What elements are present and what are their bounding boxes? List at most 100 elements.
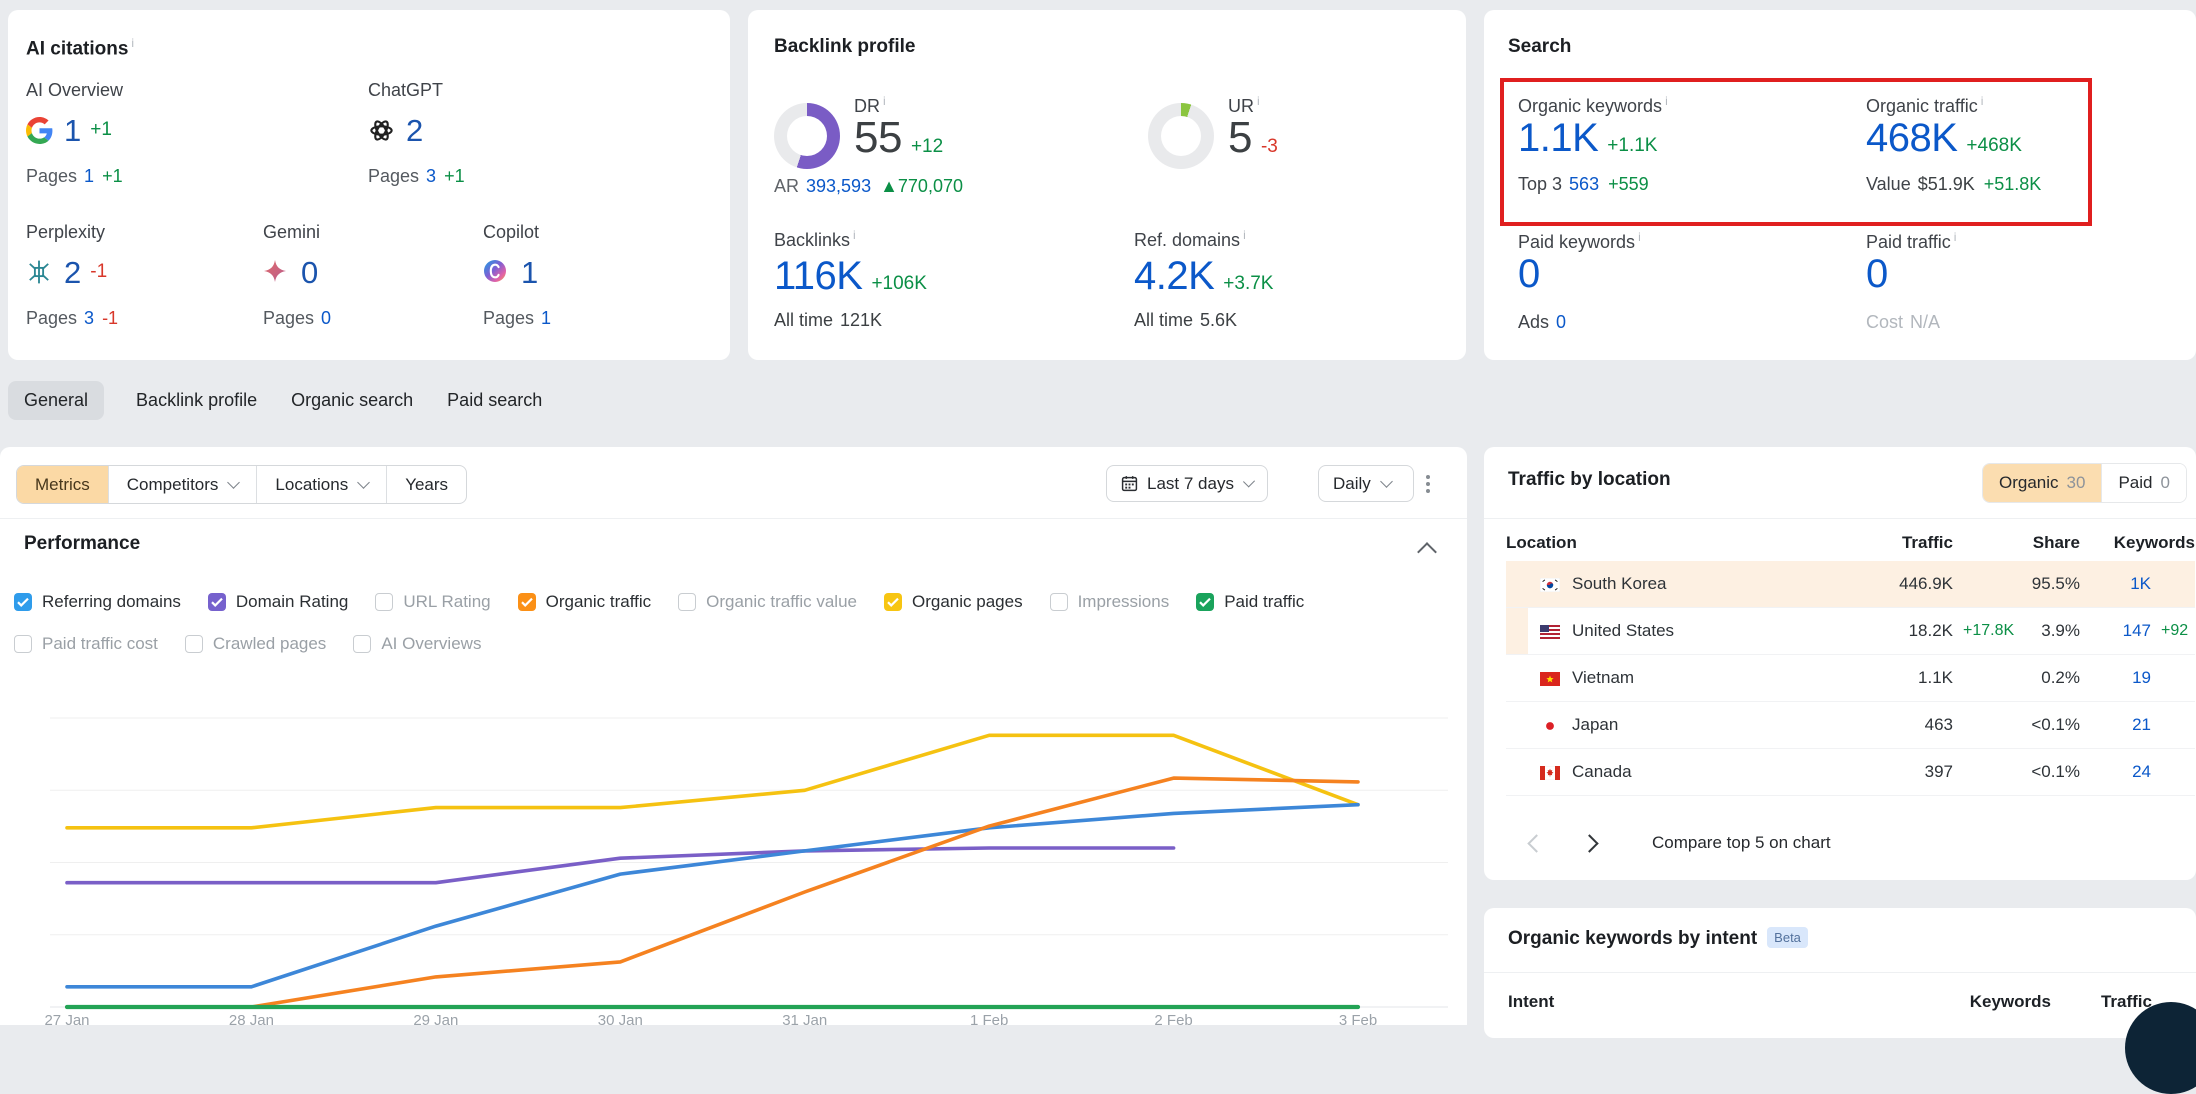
organic-keywords-value[interactable]: 1.1K+1.1K bbox=[1518, 118, 1657, 158]
ar-value-link[interactable]: 393,593 bbox=[806, 176, 871, 196]
keywords-link[interactable]: 21 bbox=[2080, 715, 2151, 735]
checkbox-organic-traffic[interactable]: Organic traffic bbox=[518, 592, 652, 612]
location-row-kr[interactable]: South Korea446.9K95.5%1K bbox=[1506, 561, 2195, 608]
checkbox-organic-traffic-value[interactable]: Organic traffic value bbox=[678, 592, 857, 612]
backlinks-label: Backlinksi bbox=[774, 228, 856, 251]
ai-citation-count[interactable]: 0 bbox=[263, 250, 318, 294]
col-share[interactable]: Share bbox=[2015, 533, 2080, 553]
pages-value[interactable]: 1 bbox=[541, 308, 551, 328]
location-table-header: Location Traffic Share Keywords bbox=[1506, 525, 2195, 561]
ai-citation-count[interactable]: 1 bbox=[483, 250, 538, 294]
x-axis-tick-label: 27 Jan bbox=[35, 1012, 99, 1025]
ai-citation-delta: +1 bbox=[90, 119, 112, 141]
keywords-link[interactable]: 24 bbox=[2080, 762, 2151, 782]
ref-domains-value[interactable]: 4.2K+3.7K bbox=[1134, 256, 1273, 296]
toggle-paid[interactable]: Paid0 bbox=[2101, 464, 2186, 502]
divider bbox=[0, 518, 1467, 519]
info-icon[interactable]: i bbox=[1257, 94, 1260, 108]
traffic-by-location-panel: Traffic by location Organic30 Paid0 Loca… bbox=[1484, 447, 2196, 880]
tab-paid-search[interactable]: Paid search bbox=[445, 381, 544, 420]
tab-backlink-profile[interactable]: Backlink profile bbox=[134, 381, 259, 420]
compare-top5-link[interactable]: Compare top 5 on chart bbox=[1652, 833, 1831, 853]
location-row-us[interactable]: United States18.2K+17.8K3.9%147+92 bbox=[1506, 608, 2195, 655]
keywords-link[interactable]: 19 bbox=[2080, 668, 2151, 688]
info-icon[interactable]: i bbox=[853, 228, 856, 242]
granularity-button[interactable]: Daily bbox=[1318, 465, 1414, 502]
paid-traffic-label: Paid traffici bbox=[1866, 230, 1956, 253]
info-icon[interactable]: i bbox=[1243, 228, 1246, 242]
organic-keywords-label: Organic keywordsi bbox=[1518, 94, 1668, 117]
paid-traffic-value[interactable]: 0 bbox=[1866, 254, 1888, 294]
performance-line-chart[interactable] bbox=[50, 645, 1450, 1025]
backlink-profile-title: Backlink profile bbox=[774, 36, 916, 58]
next-page-icon[interactable] bbox=[1580, 834, 1598, 852]
ai-citation-delta: -1 bbox=[90, 261, 107, 283]
ref-domains-label: Ref. domainsi bbox=[1134, 228, 1246, 251]
col-traffic[interactable]: Traffic bbox=[1833, 533, 1953, 553]
share-value: 3.9% bbox=[2015, 621, 2080, 641]
top3-link[interactable]: 563 bbox=[1569, 174, 1599, 194]
date-range-button[interactable]: Last 7 days bbox=[1106, 465, 1268, 502]
organic-traffic-value[interactable]: 468K+468K bbox=[1866, 118, 2022, 158]
toggle-organic[interactable]: Organic30 bbox=[1983, 464, 2101, 502]
location-cell: Vietnam bbox=[1540, 668, 1833, 688]
ai-citations-card: AI citationsi AI Overview1+1Pages1+1Chat… bbox=[8, 10, 730, 360]
col-intent-traffic[interactable]: Traffic bbox=[2051, 992, 2152, 1012]
info-icon[interactable]: i bbox=[1954, 230, 1957, 244]
chatgpt-icon bbox=[368, 117, 395, 144]
location-row-vn[interactable]: Vietnam1.1K0.2%19 bbox=[1506, 655, 2195, 702]
pages-value[interactable]: 3 bbox=[426, 166, 436, 186]
x-axis-tick-label: 31 Jan bbox=[773, 1012, 837, 1025]
col-intent-keywords[interactable]: Keywords bbox=[1931, 992, 2051, 1012]
info-icon[interactable]: i bbox=[883, 94, 886, 108]
more-options-icon[interactable] bbox=[1424, 473, 1432, 495]
info-icon[interactable]: i bbox=[1665, 94, 1668, 108]
collapse-section-icon[interactable] bbox=[1417, 542, 1437, 562]
filter-competitors-button[interactable]: Competitors bbox=[109, 466, 258, 503]
checkbox-referring-domains[interactable]: Referring domains bbox=[14, 592, 181, 612]
backlinks-value[interactable]: 116K+106K bbox=[774, 256, 927, 296]
ai-engine-name: Copilot bbox=[483, 222, 713, 243]
location-row-jp[interactable]: Japan463<0.1%21 bbox=[1506, 702, 2195, 749]
tab-organic-search[interactable]: Organic search bbox=[289, 381, 415, 420]
ai-citation-count[interactable]: 1+1 bbox=[26, 108, 112, 152]
paid-keywords-value[interactable]: 0 bbox=[1518, 254, 1540, 294]
filter-years-button[interactable]: Years bbox=[387, 466, 466, 503]
pages-value[interactable]: 0 bbox=[321, 308, 331, 328]
keywords-link[interactable]: 1K bbox=[2080, 574, 2151, 594]
ai-pages-row: Pages1 bbox=[483, 308, 551, 329]
unchecked-checkbox-icon bbox=[678, 593, 696, 611]
dr-donut-chart bbox=[774, 103, 840, 169]
checkbox-organic-pages[interactable]: Organic pages bbox=[884, 592, 1023, 612]
traffic-value: 397 bbox=[1833, 762, 1953, 782]
col-intent[interactable]: Intent bbox=[1508, 992, 1931, 1012]
col-location[interactable]: Location bbox=[1506, 533, 1833, 553]
ai-pages-row: Pages1+1 bbox=[26, 166, 123, 187]
ai-engine-name: ChatGPT bbox=[368, 80, 598, 101]
ai-citation-count[interactable]: 2 bbox=[368, 108, 423, 152]
ai-citations-title: AI citationsi bbox=[26, 36, 134, 60]
keywords-link[interactable]: 147 bbox=[2080, 621, 2151, 641]
tab-general[interactable]: General bbox=[8, 381, 104, 420]
checked-checkbox-icon bbox=[14, 593, 32, 611]
location-name: Vietnam bbox=[1572, 668, 1634, 688]
col-keywords[interactable]: Keywords bbox=[2080, 533, 2195, 553]
prev-page-icon[interactable] bbox=[1527, 834, 1545, 852]
ads-link[interactable]: 0 bbox=[1556, 312, 1566, 332]
info-icon[interactable]: i bbox=[1981, 94, 1984, 108]
search-card: Search Organic keywordsi 1.1K+1.1K Top 3… bbox=[1484, 10, 2196, 360]
location-row-ca[interactable]: Canada397<0.1%24 bbox=[1506, 749, 2195, 796]
pages-value[interactable]: 1 bbox=[84, 166, 94, 186]
checkbox-paid-traffic[interactable]: Paid traffic bbox=[1196, 592, 1304, 612]
ai-engine-name: AI Overview bbox=[26, 80, 256, 101]
pages-value[interactable]: 3 bbox=[84, 308, 94, 328]
perplexity-icon bbox=[26, 259, 53, 286]
info-icon[interactable]: i bbox=[131, 36, 134, 50]
checkbox-domain-rating[interactable]: Domain Rating bbox=[208, 592, 348, 612]
info-icon[interactable]: i bbox=[1638, 230, 1641, 244]
filter-locations-button[interactable]: Locations bbox=[257, 466, 387, 503]
checkbox-url-rating[interactable]: URL Rating bbox=[375, 592, 490, 612]
filter-metrics-button[interactable]: Metrics bbox=[17, 466, 109, 503]
ai-citation-count[interactable]: 2-1 bbox=[26, 250, 107, 294]
checkbox-impressions[interactable]: Impressions bbox=[1050, 592, 1170, 612]
